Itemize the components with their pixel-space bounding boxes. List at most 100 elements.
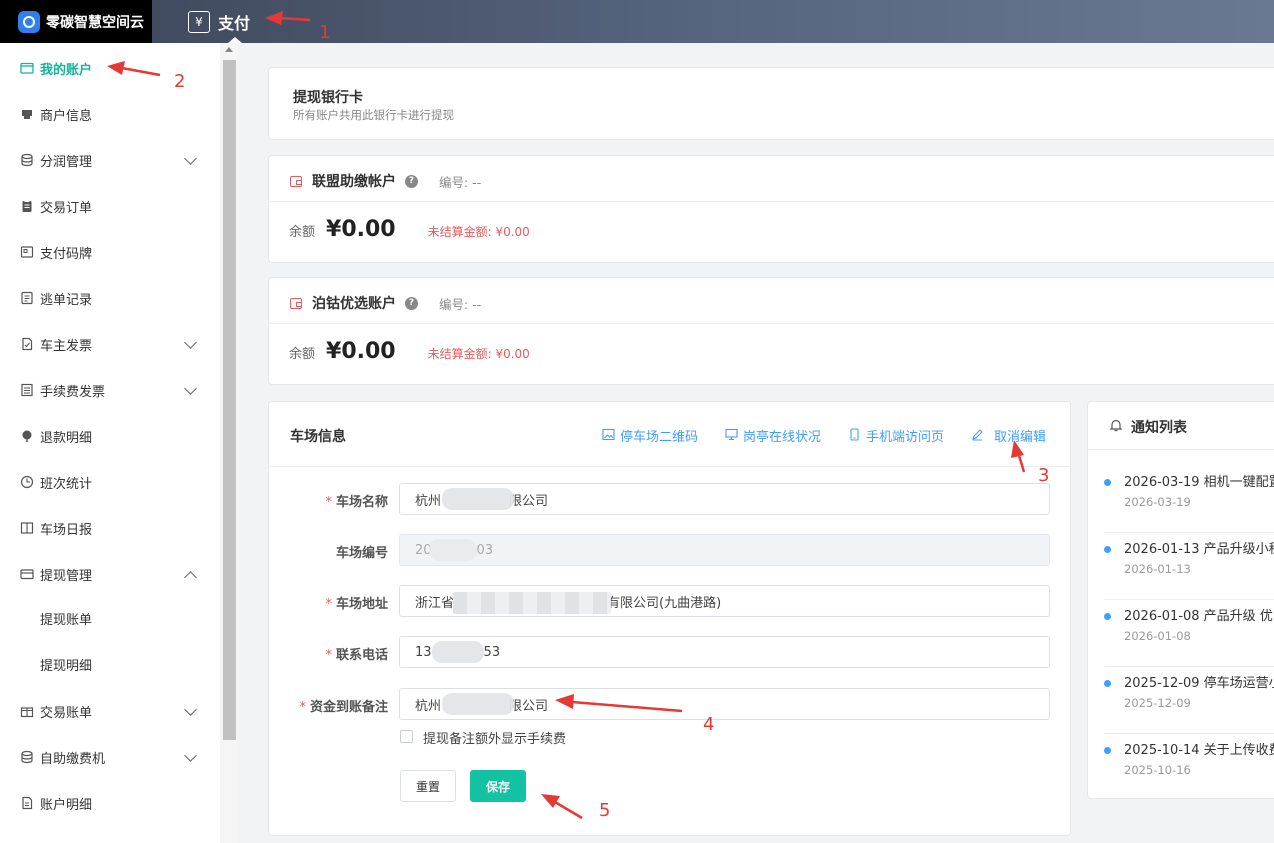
help-icon[interactable]: ? bbox=[405, 296, 418, 310]
lot-name-label: * 车场名称 bbox=[325, 495, 388, 510]
show-fee-checkbox[interactable] bbox=[400, 730, 413, 743]
cancel-edit-link[interactable]: 取消编辑 bbox=[971, 426, 1046, 445]
chevron-down-icon bbox=[184, 152, 197, 165]
mobile-page-link[interactable]: 手机端访问页 bbox=[848, 426, 944, 445]
invoice-icon bbox=[20, 337, 34, 351]
chevron-up-icon bbox=[184, 571, 197, 584]
lot-info-title: 车场信息 bbox=[290, 429, 346, 445]
sidebar-scrollbar-thumb[interactable] bbox=[223, 60, 236, 740]
sidebar-item-fee-invoice[interactable]: 手续费发票 bbox=[0, 367, 220, 413]
sidebar-item-evasion-records[interactable]: 逃单记录 bbox=[0, 275, 220, 321]
sidebar-item-label: 自助缴费机 bbox=[40, 751, 106, 767]
sidebar-item-orders[interactable]: 交易订单 bbox=[0, 183, 220, 229]
notice-item[interactable]: 2026-03-19 相机一键配置 2026-03-19 bbox=[1104, 467, 1274, 533]
image-icon bbox=[602, 428, 615, 444]
notice-header: 通知列表 bbox=[1109, 417, 1187, 437]
lot-address-label: * 车场地址 bbox=[325, 597, 388, 612]
annotation-number: 2 bbox=[174, 71, 186, 92]
list-icon bbox=[20, 383, 34, 397]
annotation-number: 5 bbox=[599, 800, 611, 821]
chevron-down-icon bbox=[184, 382, 197, 395]
account-panel-preferred: 泊钴优选账户 ? 编号: -- 余额 ¥0.00 未结算金额: ¥0.00 bbox=[268, 277, 1274, 385]
save-button[interactable]: 保存 bbox=[470, 770, 526, 802]
bank-card-panel: 提现银行卡 所有账户共用此银行卡进行提现 bbox=[268, 67, 1274, 140]
divider bbox=[269, 466, 1070, 467]
sidebar-item-label: 分润管理 bbox=[40, 154, 93, 170]
sidebar-item-shift-stats[interactable]: 班次统计 bbox=[0, 459, 220, 505]
tab-pay-label: 支付 bbox=[218, 13, 251, 33]
balance-row: 余额 ¥0.00 未结算金额: ¥0.00 bbox=[289, 217, 530, 242]
unsettled-amount: 未结算金额: ¥0.00 bbox=[427, 225, 530, 239]
privacy-mask bbox=[453, 592, 611, 614]
booth-status-link[interactable]: 岗亭在线状况 bbox=[725, 426, 821, 445]
clock-icon bbox=[20, 475, 34, 489]
privacy-mask bbox=[432, 641, 484, 663]
chevron-down-icon bbox=[184, 703, 197, 716]
privacy-mask bbox=[442, 693, 514, 715]
notice-panel: 通知列表 2026-03-19 相机一键配置 2026-03-19 2026-0… bbox=[1087, 401, 1274, 799]
sidebar-item-kiosk[interactable]: 自助缴费机 bbox=[0, 734, 220, 780]
unread-dot-icon bbox=[1104, 747, 1111, 754]
privacy-mask bbox=[429, 539, 477, 561]
sidebar-item-label: 班次统计 bbox=[40, 476, 93, 492]
account-code: 编号: -- bbox=[439, 296, 482, 312]
sidebar-item-withdraw-mgmt[interactable]: 提现管理 bbox=[0, 551, 220, 597]
sidebar-item-label: 退款明细 bbox=[40, 430, 93, 446]
account-header: 泊钴优选账户 ? 编号: -- bbox=[290, 293, 481, 313]
sidebar-item-my-account[interactable]: 我的账户 bbox=[0, 45, 220, 91]
gift-icon bbox=[20, 704, 34, 718]
pin-icon bbox=[20, 429, 34, 443]
sidebar-item-profit-sharing[interactable]: 分润管理 bbox=[0, 137, 220, 183]
scroll-up-arrow-icon[interactable] bbox=[225, 47, 233, 52]
sidebar-item-daily-report[interactable]: 车场日报 bbox=[0, 505, 220, 551]
annotation-number: 1 bbox=[319, 22, 331, 43]
annotation-number: 3 bbox=[1038, 465, 1050, 486]
balance-row: 余额 ¥0.00 未结算金额: ¥0.00 bbox=[289, 339, 530, 364]
sidebar-item-label: 支付码牌 bbox=[40, 246, 93, 262]
bell-icon bbox=[1109, 418, 1123, 436]
sidebar-item-merchant[interactable]: 商户信息 bbox=[0, 91, 220, 137]
sidebar-item-withdraw-bills[interactable]: 提现账单 bbox=[0, 595, 220, 641]
help-icon[interactable]: ? bbox=[405, 174, 418, 188]
divider bbox=[1088, 449, 1274, 450]
unread-dot-icon bbox=[1104, 546, 1111, 553]
notice-item[interactable]: 2025-10-14 关于上传收费 2025-10-16 bbox=[1104, 735, 1274, 801]
sidebar-item-label: 账户明细 bbox=[40, 797, 93, 813]
account-header: 联盟助缴帐户 ? 编号: -- bbox=[290, 171, 481, 191]
account-code: 编号: -- bbox=[439, 174, 482, 190]
notice-item[interactable]: 2026-01-08 产品升级 优 2026-01-08 bbox=[1104, 601, 1274, 667]
show-fee-checkbox-label[interactable]: 提现备注额外显示手续费 bbox=[423, 728, 566, 747]
divider bbox=[269, 323, 1274, 324]
lot-qrcode-link[interactable]: 停车场二维码 bbox=[602, 426, 698, 445]
sidebar-item-withdraw-details[interactable]: 提现明细 bbox=[0, 641, 220, 687]
unread-dot-icon bbox=[1104, 479, 1111, 486]
sidebar-item-account-details[interactable]: 账户明细 bbox=[0, 780, 220, 826]
database-icon bbox=[20, 750, 34, 764]
sidebar-item-refunds[interactable]: 退款明细 bbox=[0, 413, 220, 459]
sidebar-item-label: 商户信息 bbox=[40, 108, 93, 124]
divider bbox=[269, 201, 1274, 202]
balance-label: 余额 bbox=[289, 347, 316, 362]
fund-remark-label: * 资金到账备注 bbox=[299, 700, 388, 715]
account-name: 联盟助缴帐户 bbox=[312, 174, 396, 190]
contact-phone-input[interactable]: 13 53 bbox=[399, 636, 1050, 668]
brand[interactable]: 零碳智慧空间云 bbox=[0, 0, 152, 43]
annotation-number: 4 bbox=[703, 714, 715, 735]
balance-value: ¥0.00 bbox=[326, 217, 396, 242]
chevron-down-icon bbox=[184, 749, 197, 762]
account-name: 泊钴优选账户 bbox=[312, 296, 396, 312]
yuan-icon: ¥ bbox=[188, 10, 210, 33]
notice-item[interactable]: 2025-12-09 停车场运营小 2025-12-09 bbox=[1104, 668, 1274, 734]
notice-item[interactable]: 2026-01-13 产品升级小程 2026-01-13 bbox=[1104, 534, 1274, 600]
bank-card-title: 提现银行卡 bbox=[293, 90, 363, 106]
sidebar-item-label: 我的账户 bbox=[40, 62, 93, 78]
wallet-icon bbox=[20, 61, 34, 75]
sidebar-item-trade-bills[interactable]: 交易账单 bbox=[0, 688, 220, 734]
reset-button[interactable]: 重置 bbox=[400, 770, 456, 802]
notice-title: 通知列表 bbox=[1131, 420, 1187, 436]
sidebar-item-owner-invoice[interactable]: 车主发票 bbox=[0, 321, 220, 367]
sidebar-item-pay-card[interactable]: 支付码牌 bbox=[0, 229, 220, 275]
edit-icon bbox=[971, 428, 984, 444]
brand-name: 零碳智慧空间云 bbox=[46, 14, 144, 31]
balance-value: ¥0.00 bbox=[326, 339, 396, 364]
